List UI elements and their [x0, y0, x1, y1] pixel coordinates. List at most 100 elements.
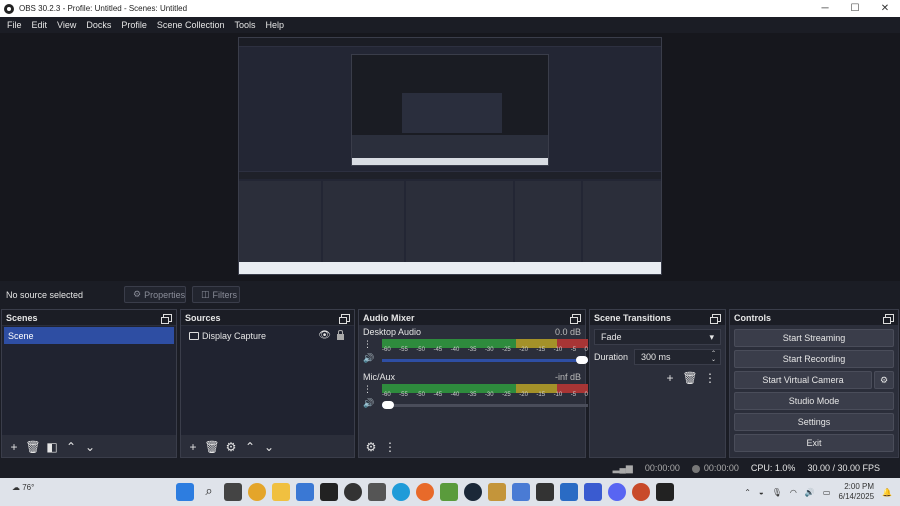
menu-file[interactable]: File	[2, 20, 27, 30]
minecraft-icon[interactable]	[440, 483, 458, 501]
sources-panel: Sources Display Capture 👁 + 🗑 ⚙ ⌃ ⌄	[180, 309, 355, 458]
speaker-icon[interactable]: 🔊	[363, 396, 374, 410]
weather-widget[interactable]: ☁ 76°	[12, 483, 34, 492]
gdevelop-icon[interactable]	[512, 483, 530, 501]
controls-header: Controls	[730, 310, 898, 325]
search-icon[interactable]: ⌕	[200, 483, 218, 501]
obs-taskbar-icon[interactable]	[344, 483, 362, 501]
spin-arrows-icon[interactable]: ⌃ ⌄	[711, 351, 716, 363]
app-icon[interactable]	[632, 483, 650, 501]
windows-start-icon[interactable]	[176, 483, 194, 501]
menu-docks[interactable]: Docks	[81, 20, 116, 30]
app-icon[interactable]	[368, 483, 386, 501]
gear-icon: ⚙	[133, 289, 142, 299]
game-icon[interactable]	[488, 483, 506, 501]
steam-icon[interactable]	[464, 483, 482, 501]
kebab-menu-icon[interactable]: ⋮	[701, 369, 719, 387]
status-bar: ▂▄▆ 00:00:00 00:00:00 CPU: 1.0% 30.00 / …	[0, 459, 900, 477]
edge-icon[interactable]	[392, 483, 410, 501]
menu-view[interactable]: View	[52, 20, 81, 30]
virtual-camera-settings-icon[interactable]: ⚙	[874, 371, 894, 389]
minimize-icon[interactable]: ─	[810, 0, 840, 17]
wifi-icon[interactable]: ◠	[790, 488, 797, 497]
trash-icon[interactable]: 🗑	[203, 438, 221, 456]
mixer-channel-desktop: Desktop Audio 0.0 dB ⋮ 🔊 -60 -55 -50 -45 -40-…	[363, 325, 589, 369]
add-icon[interactable]: +	[5, 438, 23, 456]
float-dock-icon[interactable]	[883, 313, 894, 324]
float-dock-icon[interactable]	[710, 313, 721, 324]
float-dock-icon[interactable]	[339, 313, 350, 324]
clock[interactable]: 2:00 PM 6/14/2025	[838, 482, 874, 502]
notification-bell-icon[interactable]: 🔔	[882, 488, 892, 497]
menu-tools[interactable]: Tools	[229, 20, 260, 30]
move-up-icon[interactable]: ⌃	[241, 438, 259, 456]
file-explorer-icon[interactable]	[272, 483, 290, 501]
start-recording-button[interactable]: Start Recording	[734, 350, 894, 368]
start-streaming-button[interactable]: Start Streaming	[734, 329, 894, 347]
microphone-icon[interactable]: 🎙	[772, 488, 782, 497]
eye-icon[interactable]: 👁	[318, 330, 331, 341]
network-icon[interactable]: ◒	[759, 488, 764, 497]
obs-logo-icon	[4, 3, 14, 14]
slider-knob[interactable]	[382, 401, 394, 409]
move-down-icon[interactable]: ⌄	[81, 438, 99, 456]
move-down-icon[interactable]: ⌄	[260, 438, 278, 456]
firefox-icon[interactable]	[416, 483, 434, 501]
trash-icon[interactable]: 🗑	[681, 369, 699, 387]
preview-area[interactable]	[0, 33, 900, 281]
menu-scene-collection[interactable]: Scene Collection	[152, 20, 230, 30]
store-icon[interactable]	[296, 483, 314, 501]
transitions-header: Scene Transitions	[590, 310, 725, 325]
menu-help[interactable]: Help	[260, 20, 289, 30]
settings-button[interactable]: Settings	[734, 413, 894, 431]
close-icon[interactable]: ✕	[870, 0, 900, 17]
battery-icon[interactable]: ▭	[823, 488, 831, 497]
menu-edit[interactable]: Edit	[27, 20, 53, 30]
duration-spinbox[interactable]: 300 ms ⌃ ⌄	[634, 349, 721, 365]
trash-icon[interactable]: 🗑	[24, 438, 42, 456]
gear-icon[interactable]: ⚙	[222, 438, 240, 456]
capture-panels	[239, 181, 661, 263]
filter-icon[interactable]: ◧	[43, 438, 61, 456]
kebab-menu-icon[interactable]: ⋮	[381, 438, 399, 456]
gear-icon[interactable]: ⚙	[362, 438, 380, 456]
preview-capture[interactable]	[238, 37, 662, 275]
lock-icon[interactable]	[337, 330, 344, 340]
scene-item[interactable]: Scene	[4, 327, 174, 344]
source-item[interactable]: Display Capture 👁	[183, 327, 352, 344]
filters-button[interactable]: ◫ Filters	[192, 286, 240, 303]
duration-row: Duration 300 ms ⌃ ⌄	[594, 349, 721, 365]
slider-knob[interactable]	[576, 356, 588, 364]
capcut-icon[interactable]	[320, 483, 338, 501]
app-icon[interactable]	[560, 483, 578, 501]
chrome-icon[interactable]	[248, 483, 266, 501]
stream-time: 00:00:00	[644, 463, 680, 473]
volume-slider[interactable]	[382, 356, 588, 364]
float-dock-icon[interactable]	[570, 313, 581, 324]
chevron-up-icon[interactable]: ⌃	[744, 488, 751, 497]
move-up-icon[interactable]: ⌃	[62, 438, 80, 456]
volume-slider[interactable]	[382, 401, 588, 409]
unity-icon[interactable]	[536, 483, 554, 501]
kebab-menu-icon[interactable]: ⋮	[363, 337, 374, 351]
maximize-icon[interactable]: ☐	[840, 0, 870, 17]
task-view-icon[interactable]	[224, 483, 242, 501]
roblox-icon[interactable]	[656, 483, 674, 501]
add-icon[interactable]: +	[184, 438, 202, 456]
kebab-menu-icon[interactable]: ⋮	[363, 382, 374, 396]
discord-icon[interactable]	[608, 483, 626, 501]
volume-icon[interactable]: 🔊	[805, 488, 815, 497]
menu-bar: File Edit View Docks Profile Scene Colle…	[0, 17, 900, 33]
transition-select[interactable]: Fade ▾	[594, 329, 721, 345]
menu-profile[interactable]: Profile	[116, 20, 152, 30]
speaker-icon[interactable]: 🔊	[363, 351, 374, 365]
start-virtual-camera-button[interactable]: Start Virtual Camera	[734, 371, 872, 389]
add-icon[interactable]: +	[661, 369, 679, 387]
app-icon[interactable]	[584, 483, 602, 501]
float-dock-icon[interactable]	[161, 313, 172, 324]
exit-button[interactable]: Exit	[734, 434, 894, 452]
properties-button[interactable]: ⚙ Properties	[124, 286, 186, 303]
mixer-header: Audio Mixer	[359, 310, 585, 325]
studio-mode-button[interactable]: Studio Mode	[734, 392, 894, 410]
channel-db: 0.0 dB	[554, 327, 581, 337]
